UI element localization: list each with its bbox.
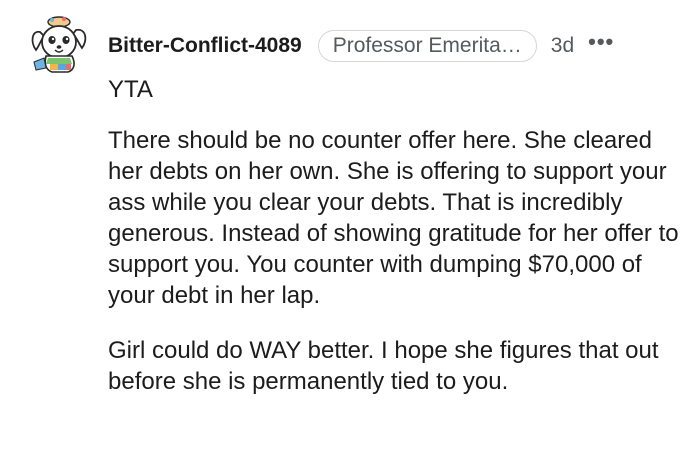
comment: Bitter-Conflict-4089 Professor Emerita… … xyxy=(0,0,700,456)
comment-paragraph: Girl could do WAY better. I hope she fig… xyxy=(108,337,659,395)
comment-timestamp[interactable]: 3d xyxy=(551,34,574,58)
cartoon-dog-avatar-icon xyxy=(31,16,87,73)
more-options-icon[interactable]: ••• xyxy=(588,31,614,53)
comment-paragraph: There should be no counter offer here. S… xyxy=(108,127,679,309)
comment-header: Bitter-Conflict-4089 Professor Emerita… … xyxy=(108,28,614,64)
comment-body: YTA There should be no counter offer her… xyxy=(108,74,693,397)
user-avatar[interactable] xyxy=(26,12,92,78)
comment-paragraph: YTA xyxy=(108,76,153,103)
user-flair-badge: Professor Emerita… xyxy=(317,30,537,62)
author-username[interactable]: Bitter-Conflict-4089 xyxy=(108,34,302,58)
